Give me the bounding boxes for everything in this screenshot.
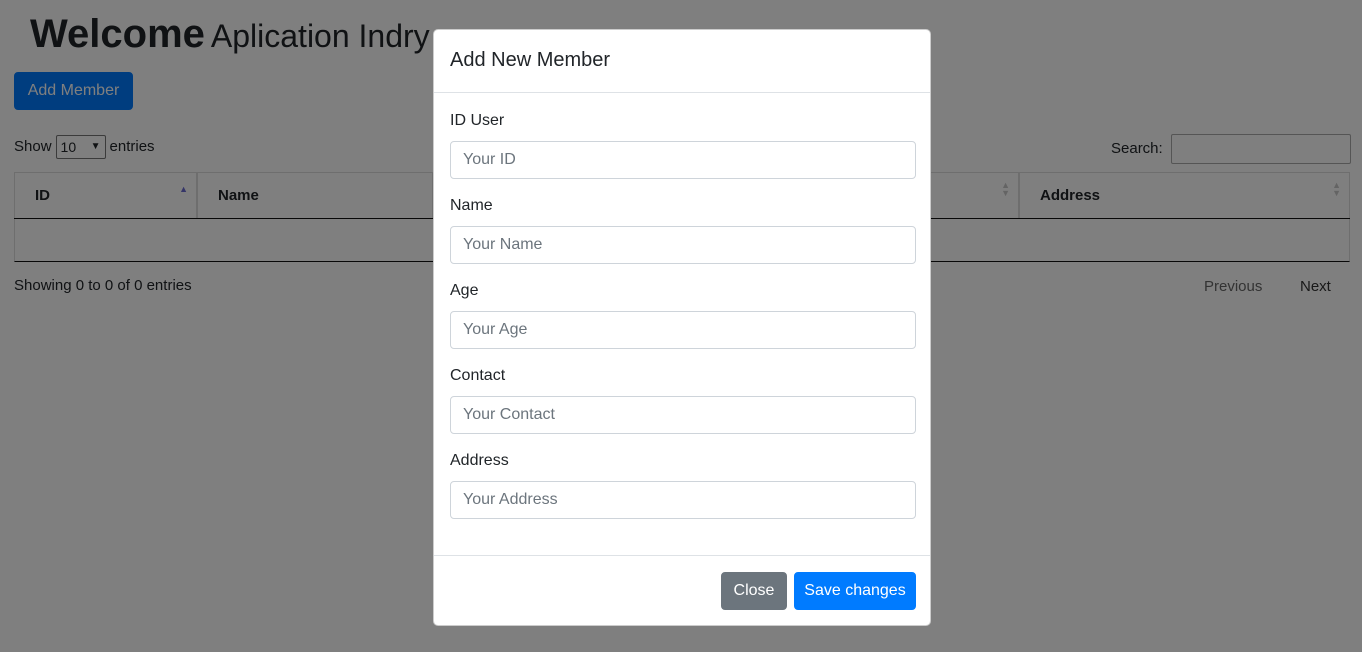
name-input[interactable] — [450, 226, 916, 264]
field-age: Age — [450, 280, 916, 349]
modal-footer: Close Save changes — [434, 555, 930, 626]
field-contact: Contact — [450, 365, 916, 434]
age-input[interactable] — [450, 311, 916, 349]
close-button[interactable]: Close — [721, 572, 787, 610]
field-label: Age — [450, 282, 479, 299]
field-id-user: ID User — [450, 110, 916, 179]
contact-input[interactable] — [450, 396, 916, 434]
modal-header: Add New Member — [434, 30, 930, 93]
address-input[interactable] — [450, 481, 916, 519]
add-member-modal: Add New Member ID User Name Age Contact … — [433, 29, 931, 626]
field-name: Name — [450, 195, 916, 264]
field-label: Contact — [450, 367, 506, 384]
field-label: Address — [450, 452, 509, 469]
field-label: Name — [450, 197, 493, 214]
field-label: ID User — [450, 112, 505, 129]
id-user-input[interactable] — [450, 141, 916, 179]
modal-body: ID User Name Age Contact Address — [434, 93, 930, 555]
modal-title: Add New Member — [450, 49, 611, 71]
save-changes-button[interactable]: Save changes — [794, 572, 916, 610]
field-address: Address — [450, 450, 916, 519]
